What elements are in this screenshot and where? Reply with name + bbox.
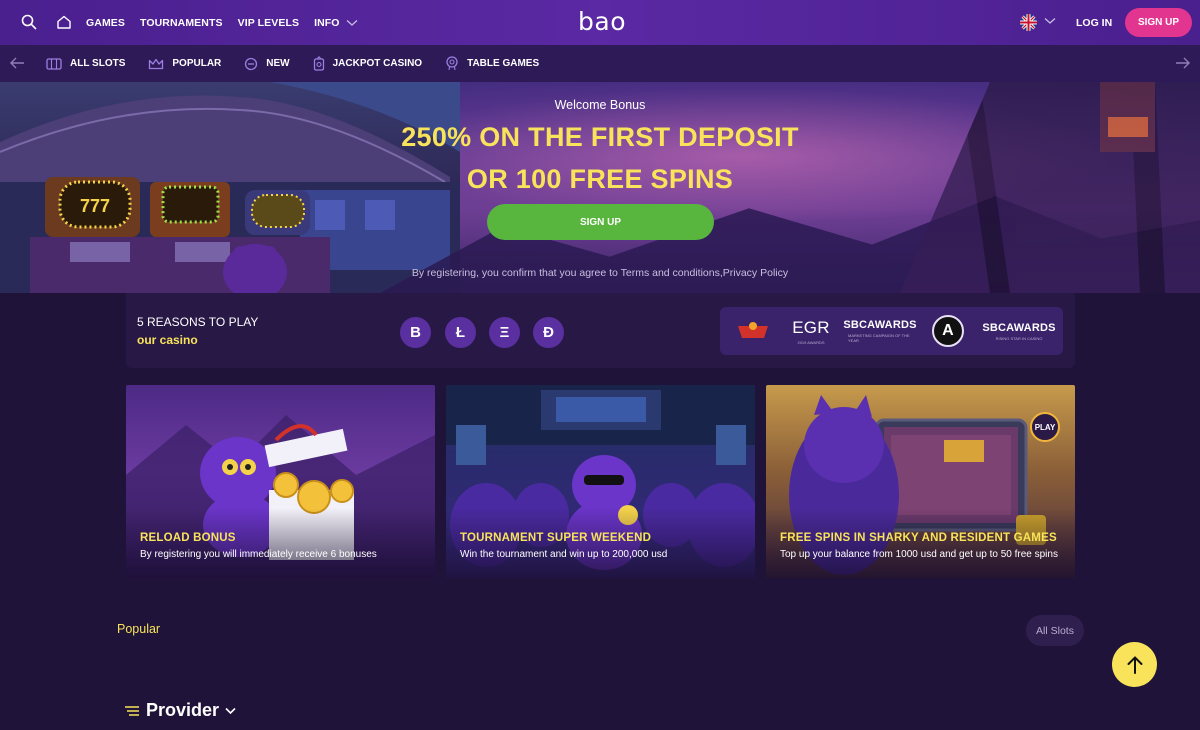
uk-flag-icon[interactable] [1020, 14, 1037, 31]
new-icon [244, 57, 258, 71]
hero-terms-text[interactable]: By registering, you confirm that you agr… [0, 267, 1200, 279]
category-jackpot-casino[interactable]: JACKPOT CASINO [313, 56, 422, 71]
nav-info-label: INFO [314, 16, 340, 29]
signup-button[interactable]: SIGN UP [1125, 8, 1192, 37]
award-a-letter: A [942, 322, 954, 339]
category-label: POPULAR [172, 58, 222, 69]
jackpot-icon [313, 56, 325, 71]
award-egr: EGR 2019 AWARDS [788, 307, 834, 355]
chevron-down-icon [346, 19, 358, 26]
category-popular[interactable]: POPULAR [148, 58, 221, 70]
promo-subtitle: By registering you will immediately rece… [140, 549, 377, 560]
brand-logo[interactable]: bao [578, 7, 626, 36]
award-sbc-1-sub: MARKETING CAMPAIGN OF THE YEAR [848, 333, 910, 343]
chevron-down-icon [225, 707, 236, 714]
litecoin-icon: Ł [445, 317, 476, 348]
chip-icon [445, 56, 459, 71]
provider-label: Provider [146, 700, 220, 720]
provider-filter[interactable]: Provider [124, 700, 236, 721]
award-sbc-2-title: SBCAWARDS [982, 321, 1056, 334]
category-bar: ALL SLOTS POPULAR NEW JACKPOT CASINO TAB… [0, 45, 1200, 82]
language-chevron-icon[interactable] [1044, 16, 1056, 26]
award-egr-sub: 2019 AWARDS [797, 339, 825, 345]
promo-title: RELOAD BONUS [140, 532, 236, 544]
category-label: JACKPOT CASINO [332, 58, 423, 69]
arrow-right-icon[interactable] [1175, 56, 1191, 70]
reasons-subheading[interactable]: our casino [137, 333, 198, 347]
hero-subtitle: Welcome Bonus [554, 98, 646, 112]
bitcoin-icon: B [400, 317, 431, 348]
welcome-bonus-banner: 777 Welcome Bonus 250% ON THE FIRST DEPO… [0, 82, 1200, 293]
promo-subtitle: Top up your balance from 1000 usd and ge… [780, 549, 1058, 560]
nav-info[interactable]: INFO [314, 16, 358, 29]
award-sbc-1: SBCAWARDS MARKETING CAMPAIGN OF THE YEAR [843, 307, 916, 355]
home-icon[interactable] [51, 9, 77, 35]
hero-title-line2: OR 100 FREE SPINS [466, 164, 734, 194]
promo-card-reload-bonus[interactable]: RELOAD BONUS By registering you will imm… [126, 385, 435, 578]
promo-title: TOURNAMENT SUPER WEEKEND [460, 532, 652, 544]
filter-lines-icon [125, 705, 139, 716]
award-a-badge: A [928, 307, 968, 355]
svg-text:777: 777 [80, 196, 110, 216]
category-label: NEW [266, 58, 290, 69]
nav-games[interactable]: GAMES [86, 17, 125, 29]
login-button[interactable]: LOG IN [1066, 12, 1122, 34]
scroll-to-top-button[interactable] [1112, 642, 1157, 687]
arrow-left-icon[interactable] [9, 56, 25, 70]
promo-title: FREE SPINS IN SHARKY AND RESIDENT GAMES [780, 532, 1057, 544]
play-badge[interactable]: PLAY [1030, 412, 1060, 442]
reasons-strip: 5 REASONS TO PLAY our casino B Ł Ξ Ð EGR… [126, 293, 1075, 368]
dogecoin-icon: Ð [533, 317, 564, 348]
crown-icon [148, 58, 164, 70]
search-icon[interactable] [16, 9, 42, 35]
nav-vip-levels[interactable]: VIP LEVELS [238, 17, 300, 29]
hero-title-line1: 250% ON THE FIRST DEPOSIT [401, 122, 799, 152]
arrow-up-icon [1127, 655, 1142, 674]
awards-panel: EGR 2019 AWARDS SBCAWARDS MARKETING CAMP… [720, 307, 1063, 355]
reasons-heading: 5 REASONS TO PLAY [137, 315, 259, 329]
ethereum-icon: Ξ [489, 317, 520, 348]
promo-subtitle: Win the tournament and win up to 200,000… [460, 549, 668, 560]
award-sbc-1-title: SBCAWARDS [843, 319, 917, 331]
award-egr-title: EGR [792, 317, 830, 337]
main-nav: GAMES TOURNAMENTS VIP LEVELS INFO [86, 0, 373, 45]
top-header: GAMES TOURNAMENTS VIP LEVELS INFO bao LO… [0, 0, 1200, 45]
hero-signup-button[interactable]: SIGN UP [487, 204, 714, 240]
category-label: TABLE GAMES [467, 58, 540, 69]
award-badge-icon [734, 307, 772, 355]
all-slots-button[interactable]: All Slots [1026, 615, 1084, 646]
promo-card-free-spins[interactable]: PLAY FREE SPINS IN SHARKY AND RESIDENT G… [766, 385, 1075, 578]
category-all-slots[interactable]: ALL SLOTS [46, 57, 126, 70]
award-sbc-2: SBCAWARDS RISING STAR IN CASINO [982, 307, 1055, 355]
category-table-games[interactable]: TABLE GAMES [445, 56, 539, 71]
category-new[interactable]: NEW [244, 57, 290, 71]
slots-icon [46, 57, 62, 70]
category-label: ALL SLOTS [70, 58, 126, 69]
award-sbc-2-sub: RISING STAR IN CASINO [995, 335, 1043, 341]
nav-tournaments[interactable]: TOURNAMENTS [140, 17, 223, 29]
promo-card-tournament[interactable]: TOURNAMENT SUPER WEEKEND Win the tournam… [446, 385, 755, 578]
popular-section-title: Popular [117, 622, 161, 636]
